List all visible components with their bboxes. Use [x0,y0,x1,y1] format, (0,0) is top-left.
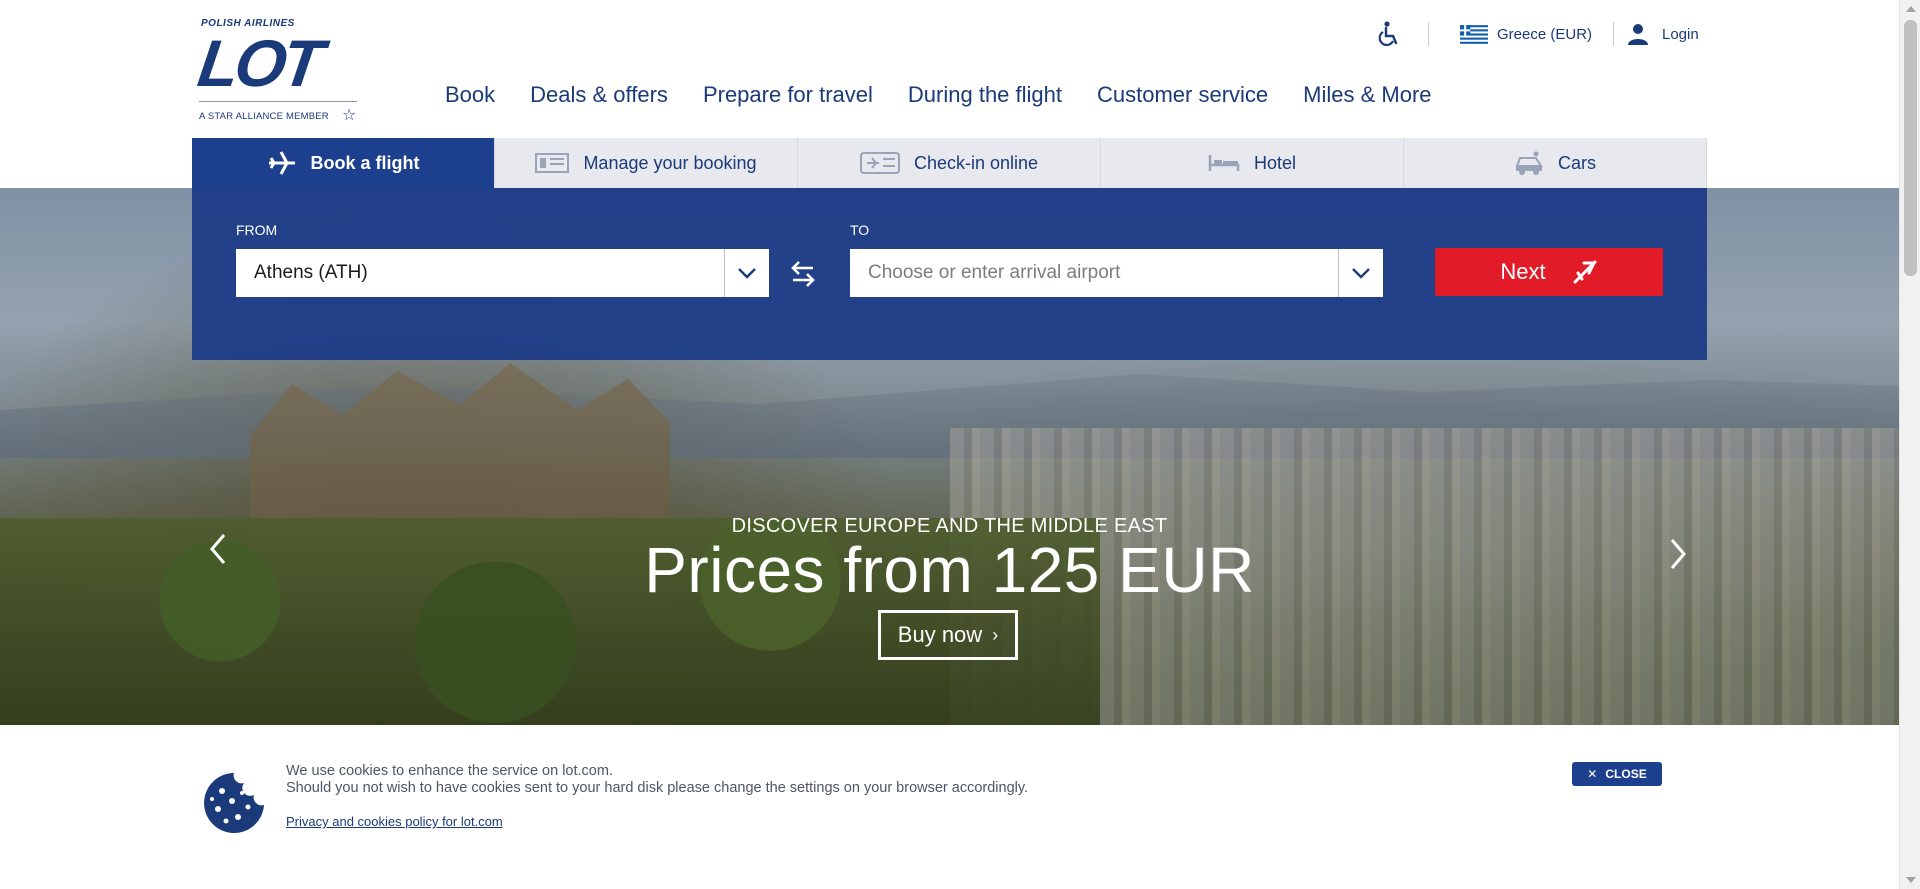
from-value: Athens (ATH) [254,262,368,283]
plane-icon [1573,260,1597,284]
to-field[interactable]: Choose or enter arrival airport [850,249,1383,297]
cookie-message-line2: Should you not wish to have cookies sent… [286,780,1029,796]
nav-item-deals[interactable]: Deals & offers [530,82,668,108]
scroll-down-arrow[interactable] [1906,877,1916,883]
nav-item-miles-more[interactable]: Miles & More [1303,82,1431,108]
star-alliance-label: A STAR ALLIANCE MEMBER [199,111,329,122]
swap-arrows-icon [791,261,815,287]
logo-divider [199,101,357,102]
chevron-left-icon [210,534,226,564]
to-dropdown-toggle[interactable] [1338,249,1383,297]
chevron-down-icon [1352,268,1370,279]
user-icon [1628,24,1648,45]
logo-wordmark: LOT [193,26,325,100]
page: POLISH AIRLINES LOT A STAR ALLIANCE MEMB… [0,0,1899,889]
from-dropdown-toggle[interactable] [724,249,769,297]
chevron-right-icon: › [992,624,999,645]
nav-item-prepare[interactable]: Prepare for travel [703,82,873,108]
nav-item-during-flight[interactable]: During the flight [908,82,1062,108]
bed-icon [1208,155,1240,171]
tab-label: Hotel [1253,152,1297,173]
carousel-prev-arrow[interactable] [208,533,238,564]
country-label: Greece (EUR) [1497,25,1593,43]
next-label: Next [1500,259,1546,284]
chevron-down-icon [738,268,756,279]
plane-icon [268,151,295,175]
page-scrollbar[interactable] [1899,0,1920,889]
booking-panel: FROM Athens (ATH) TO Choose or enter arr… [192,188,1707,360]
accessibility-button[interactable] [1376,18,1406,50]
booking-tabs: Book a flight Manage your booking Check-… [192,138,1707,188]
scrollbar-thumb[interactable] [1904,20,1917,276]
tab-book-flight[interactable]: Book a flight [192,138,495,188]
tab-hotel[interactable]: Hotel [1101,138,1404,188]
chevron-right-icon [1670,539,1686,569]
cookie-icon [204,773,264,833]
from-field[interactable]: Athens (ATH) [236,249,769,297]
hero-headline: Prices from 125 EUR [644,534,1255,606]
cookie-message: We use cookies to enhance the service on… [286,763,1028,797]
to-label: TO [850,222,870,238]
cookie-banner: We use cookies to enhance the service on… [0,725,1899,889]
boarding-pass-icon [859,152,900,174]
privacy-policy-link[interactable]: Privacy and cookies policy for lot.com [286,814,503,829]
tab-label: Book a flight [310,152,420,173]
tab-label: Check-in online [913,152,1039,173]
tab-label: Manage your booking [583,152,757,173]
cookie-message-line1: We use cookies to enhance the service on… [286,763,613,779]
from-label: FROM [236,222,278,238]
login-button[interactable]: Login [1626,18,1699,50]
tab-label: Cars [1557,152,1596,173]
cookie-close-button[interactable]: ✕ CLOSE [1572,762,1662,786]
tab-manage-booking[interactable]: Manage your booking [495,138,798,188]
nav-item-book[interactable]: Book [445,82,495,108]
to-placeholder: Choose or enter arrival airport [868,262,1121,283]
utility-separator [1428,18,1429,50]
wheelchair-icon [1378,21,1398,46]
swap-airports-button[interactable] [789,258,821,290]
tab-check-in[interactable]: Check-in online [798,138,1101,188]
scroll-up-arrow[interactable] [1906,6,1916,12]
login-label: Login [1662,25,1699,43]
next-button[interactable]: Next [1435,248,1663,296]
buy-now-button[interactable]: Buy now › [878,610,1018,660]
close-icon: ✕ [1587,767,1598,781]
lot-logo[interactable]: POLISH AIRLINES LOT A STAR ALLIANCE MEMB… [194,18,364,126]
car-icon [1515,151,1543,175]
cookie-close-label: CLOSE [1605,767,1647,781]
country-selector[interactable]: Greece (EUR) [1460,18,1592,50]
ticket-icon [535,153,570,173]
star-alliance-icon: ☆ [342,107,357,124]
main-navigation: Book Deals & offers Prepare for travel D… [445,82,1467,108]
buy-now-label: Buy now [897,622,983,647]
utility-separator [1613,18,1614,50]
tab-cars[interactable]: Cars [1404,138,1707,188]
carousel-next-arrow[interactable] [1668,538,1698,569]
nav-item-customer-service[interactable]: Customer service [1097,82,1268,108]
greece-flag-icon [1460,24,1488,44]
